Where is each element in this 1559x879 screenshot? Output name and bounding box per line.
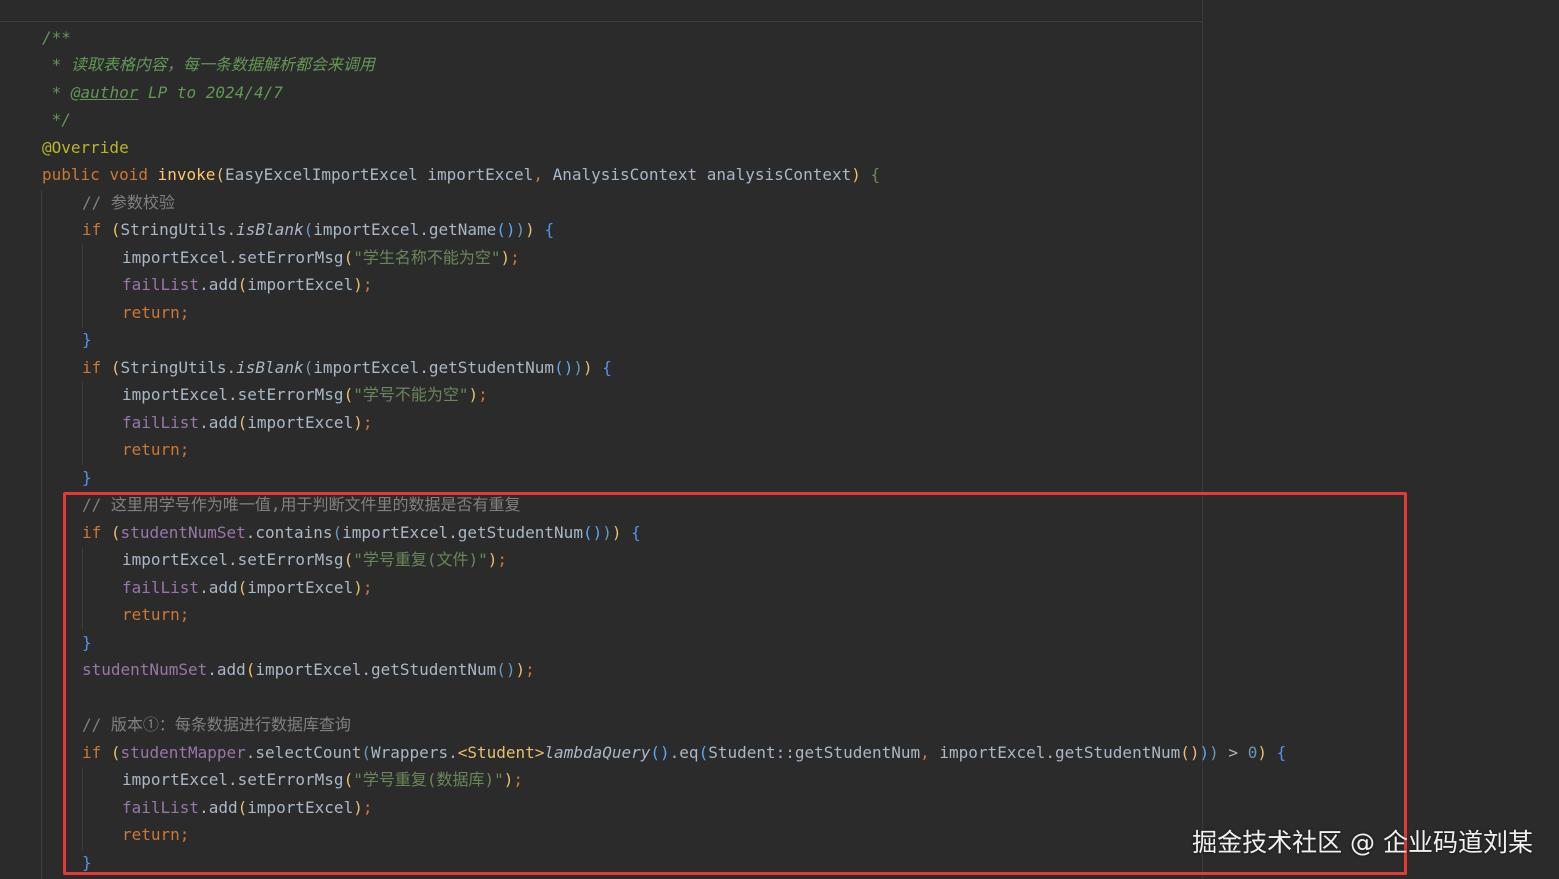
indent-guide: [82, 382, 83, 465]
method-call: importExcel.getName: [313, 220, 497, 239]
static-method: isBlank: [236, 220, 304, 239]
watermark: 掘金技术社区 @ 企业码道刘某: [1192, 828, 1533, 857]
author-value: LP to 2024/4/7: [138, 83, 283, 102]
code-line-1: /**: [42, 24, 71, 51]
doc-comment-close: */: [42, 110, 71, 129]
code-line-16: return;: [122, 440, 190, 459]
code-line-11: return;: [122, 303, 190, 322]
keyword-return: return: [122, 303, 180, 322]
code-line-4: */: [42, 106, 71, 133]
doc-comment-prefix: *: [42, 55, 71, 74]
brace: }: [82, 468, 92, 487]
class-ref: StringUtils: [120, 358, 227, 377]
code-line-5: @Override: [42, 134, 129, 161]
doc-comment-prefix: *: [42, 83, 71, 102]
variable: importExcel: [247, 413, 354, 432]
indent-guide: [41, 190, 42, 879]
method-call: importExcel.setErrorMsg: [122, 248, 344, 267]
author-tag-link[interactable]: @author: [71, 83, 138, 102]
static-method: isBlank: [236, 358, 304, 377]
keyword-if: if: [82, 220, 102, 239]
variable: importExcel: [247, 275, 354, 294]
string-literal: "学号不能为空": [353, 385, 469, 404]
string-literal: "学生名称不能为空": [353, 248, 501, 267]
code-line-3: * @author LP to 2024/4/7: [42, 79, 283, 106]
method-call: importExcel.setErrorMsg: [122, 385, 344, 404]
comma: ,: [533, 165, 543, 184]
paren: (: [215, 165, 226, 184]
code-line-14: importExcel.setErrorMsg("学号不能为空");: [122, 385, 488, 404]
code-line-15: failList.add(importExcel);: [122, 413, 373, 432]
class-ref: StringUtils: [120, 220, 227, 239]
highlight-box: [63, 492, 1407, 875]
brace: }: [82, 330, 92, 349]
code-line-10: failList.add(importExcel);: [122, 275, 373, 294]
keyword-public: public: [42, 165, 100, 184]
code-line-12: }: [82, 326, 92, 353]
code-line-8: if (StringUtils.isBlank(importExcel.getN…: [82, 220, 555, 239]
param-type: EasyExcelImportExcel: [225, 165, 418, 184]
doc-comment-description: 读取表格内容，每一条数据解析都会来调用: [70, 55, 375, 74]
indent-guide: [82, 245, 83, 328]
code-line-17: }: [82, 464, 92, 491]
brace: {: [870, 165, 881, 184]
param-type: AnalysisContext: [552, 165, 698, 184]
method-call: importExcel.getStudentNum: [313, 358, 555, 377]
override-annotation: @Override: [42, 138, 129, 157]
code-line-7: // 参数校验: [82, 189, 175, 216]
code-line-13: if (StringUtils.isBlank(importExcel.getS…: [82, 358, 612, 377]
field-ref: failList: [122, 413, 200, 432]
method-call: .add: [199, 275, 238, 294]
keyword-if: if: [82, 358, 102, 377]
field-ref: failList: [122, 275, 200, 294]
code-line-2: * 读取表格内容，每一条数据解析都会来调用: [42, 51, 375, 78]
editor-top-border: [0, 21, 1202, 22]
method-name: invoke: [157, 165, 216, 184]
method-call: .add: [199, 413, 238, 432]
keyword-return: return: [122, 440, 180, 459]
keyword-void: void: [109, 165, 148, 184]
param-name: analysisContext: [706, 165, 852, 184]
code-line-6: public void invoke(EasyExcelImportExcel …: [42, 161, 880, 188]
code-line-9: importExcel.setErrorMsg("学生名称不能为空");: [122, 248, 520, 267]
doc-comment-open: /**: [42, 28, 71, 47]
paren: ): [851, 165, 861, 184]
param-name: importExcel: [427, 165, 534, 184]
line-comment: // 参数校验: [82, 193, 175, 212]
